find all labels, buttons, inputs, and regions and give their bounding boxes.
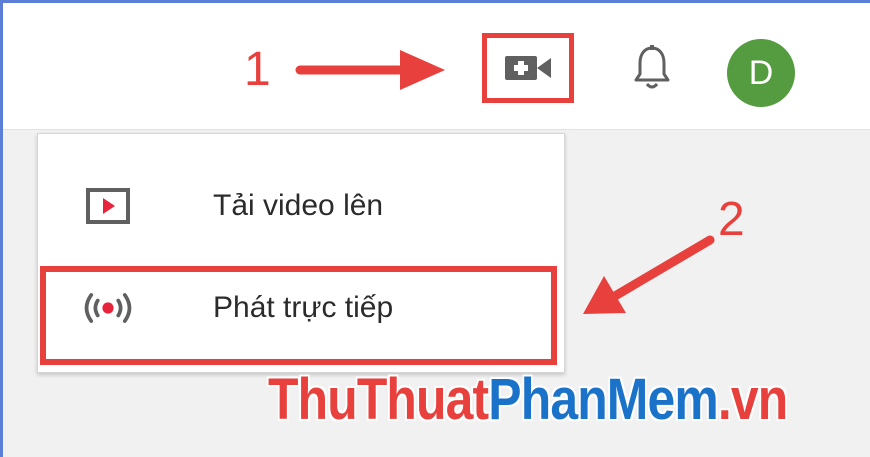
watermark: ThuThuatPhanMem.vn — [268, 371, 788, 429]
watermark-part-3: .vn — [717, 367, 788, 432]
watermark-part-2: PhanMem — [488, 367, 718, 432]
watermark-part-1: ThuThuat — [268, 367, 489, 432]
